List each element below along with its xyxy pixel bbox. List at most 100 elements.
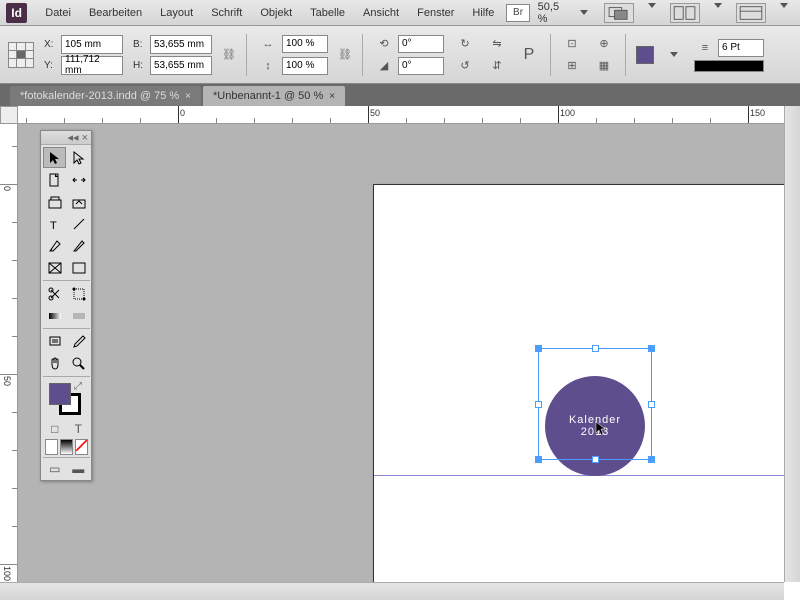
- rotate-ccw-icon[interactable]: ↺: [454, 56, 476, 76]
- pencil-tool[interactable]: [67, 235, 90, 256]
- view-mode-normal-icon[interactable]: ▭: [43, 460, 67, 478]
- page-tool[interactable]: [43, 169, 66, 190]
- scissors-tool[interactable]: [43, 283, 66, 304]
- stroke-style[interactable]: [694, 60, 764, 72]
- svg-text:T: T: [50, 220, 57, 232]
- screen-mode-icon[interactable]: [604, 3, 634, 23]
- center-content-icon[interactable]: ⊕: [593, 34, 615, 54]
- apply-none-icon[interactable]: [75, 439, 88, 455]
- selection-handle[interactable]: [648, 401, 655, 408]
- menu-tabelle[interactable]: Tabelle: [302, 4, 353, 22]
- formatting-text-icon[interactable]: T: [67, 420, 91, 438]
- selection-handle[interactable]: [592, 345, 599, 352]
- y-label: Y:: [44, 60, 58, 71]
- scale-x-field[interactable]: 100 %: [282, 35, 328, 53]
- apply-color-icon[interactable]: [45, 439, 58, 455]
- free-transform-tool[interactable]: [67, 283, 90, 304]
- width-field[interactable]: 53,655 mm: [150, 35, 212, 54]
- formatting-container-icon[interactable]: □: [43, 420, 67, 438]
- gradient-swatch-tool[interactable]: [43, 305, 66, 326]
- menu-datei[interactable]: Datei: [37, 4, 79, 22]
- gap-tool[interactable]: [67, 169, 90, 190]
- canvas[interactable]: Kalender 2013: [18, 124, 800, 600]
- view-mode-preview-icon[interactable]: ▬: [67, 460, 91, 478]
- content-collector-tool[interactable]: [43, 191, 66, 212]
- selection-handle[interactable]: [535, 456, 542, 463]
- reference-point[interactable]: [8, 42, 34, 68]
- close-icon[interactable]: ×: [329, 91, 335, 102]
- stroke-weight-field[interactable]: 6 Pt: [718, 39, 764, 57]
- selection-handle[interactable]: [535, 401, 542, 408]
- content-placer-tool[interactable]: [67, 191, 90, 212]
- rotate-cw-icon[interactable]: ↻: [454, 34, 476, 54]
- close-icon[interactable]: ×: [82, 132, 88, 144]
- line-tool[interactable]: [67, 213, 90, 234]
- eyedropper-tool[interactable]: [67, 331, 90, 352]
- menu-fenster[interactable]: Fenster: [409, 4, 462, 22]
- workspace-icon[interactable]: [736, 3, 766, 23]
- tab-fotokalender[interactable]: *fotokalender-2013.indd @ 75 %×: [10, 86, 201, 106]
- rotate-field[interactable]: 0°: [398, 35, 444, 53]
- menu-layout[interactable]: Layout: [152, 4, 201, 22]
- selection-handle[interactable]: [648, 345, 655, 352]
- swap-fill-stroke-icon[interactable]: ⤢: [74, 381, 82, 392]
- flip-h-icon[interactable]: ⇋: [486, 34, 508, 54]
- fill-proxy[interactable]: [49, 383, 71, 405]
- scrollbar-vertical[interactable]: [784, 106, 800, 582]
- flip-v-icon[interactable]: ⇵: [486, 56, 508, 76]
- y-field[interactable]: 111,712 mm: [61, 56, 123, 75]
- select-container-icon[interactable]: P: [518, 45, 540, 65]
- gradient-feather-tool[interactable]: [67, 305, 90, 326]
- menubar: Id Datei Bearbeiten Layout Schrift Objek…: [0, 0, 800, 26]
- tab-unbenannt[interactable]: *Unbenannt-1 @ 50 %×: [203, 86, 345, 106]
- constrain-scale-icon[interactable]: ⛓: [338, 36, 352, 74]
- fill-frame-icon[interactable]: ▦: [593, 56, 615, 76]
- height-field[interactable]: 53,655 mm: [150, 56, 212, 75]
- ruler-origin[interactable]: [0, 106, 18, 124]
- menu-bearbeiten[interactable]: Bearbeiten: [81, 4, 150, 22]
- h-label: H:: [133, 60, 147, 71]
- app-logo: Id: [6, 3, 27, 23]
- fit-frame-icon[interactable]: ⊞: [561, 56, 583, 76]
- selection-handle[interactable]: [592, 456, 599, 463]
- collapse-icon[interactable]: ◂◂: [68, 131, 79, 144]
- close-icon[interactable]: ×: [185, 91, 191, 102]
- fill-swatch[interactable]: [636, 46, 654, 64]
- rectangle-frame-tool[interactable]: [43, 257, 66, 278]
- menu-hilfe[interactable]: Hilfe: [464, 4, 502, 22]
- menu-ansicht[interactable]: Ansicht: [355, 4, 407, 22]
- selection-tool[interactable]: [43, 147, 66, 168]
- scrollbar-horizontal[interactable]: [0, 582, 784, 600]
- fit-content-icon[interactable]: ⊡: [561, 34, 583, 54]
- selection-handle[interactable]: [535, 345, 542, 352]
- shear-field[interactable]: 0°: [398, 57, 444, 75]
- menu-schrift[interactable]: Schrift: [203, 4, 250, 22]
- dropdown-icon[interactable]: [648, 3, 656, 8]
- constrain-proportions-icon[interactable]: ⛓: [222, 36, 236, 74]
- menu-objekt[interactable]: Objekt: [252, 4, 300, 22]
- scale-y-field[interactable]: 100 %: [282, 57, 328, 75]
- direct-selection-tool[interactable]: [67, 147, 90, 168]
- fill-stroke-proxy[interactable]: ⤢: [45, 381, 88, 417]
- zoom-tool[interactable]: [67, 353, 90, 374]
- control-bar: X:105 mm Y:111,712 mm B:53,655 mm H:53,6…: [0, 26, 800, 84]
- arrange-icon[interactable]: [670, 3, 700, 23]
- toolbox-header[interactable]: ◂◂×: [41, 131, 91, 145]
- selection-handle[interactable]: [648, 456, 655, 463]
- ruler-vertical[interactable]: 050100150: [0, 124, 18, 600]
- apply-gradient-icon[interactable]: [60, 439, 73, 455]
- rotate-icon: ⟲: [373, 34, 395, 54]
- x-field[interactable]: 105 mm: [61, 35, 123, 54]
- ruler-horizontal[interactable]: -50050100150200: [18, 106, 800, 124]
- fill-dropdown-icon[interactable]: [670, 52, 678, 57]
- hand-tool[interactable]: [43, 353, 66, 374]
- pen-tool[interactable]: [43, 235, 66, 256]
- bridge-button[interactable]: Br: [506, 4, 529, 22]
- dropdown-icon[interactable]: [714, 3, 722, 8]
- rectangle-tool[interactable]: [67, 257, 90, 278]
- dropdown-icon[interactable]: [780, 3, 788, 8]
- type-tool[interactable]: T: [43, 213, 66, 234]
- zoom-display[interactable]: 50,5 %: [538, 1, 568, 25]
- zoom-dropdown-icon[interactable]: [580, 10, 588, 15]
- note-tool[interactable]: [43, 331, 66, 352]
